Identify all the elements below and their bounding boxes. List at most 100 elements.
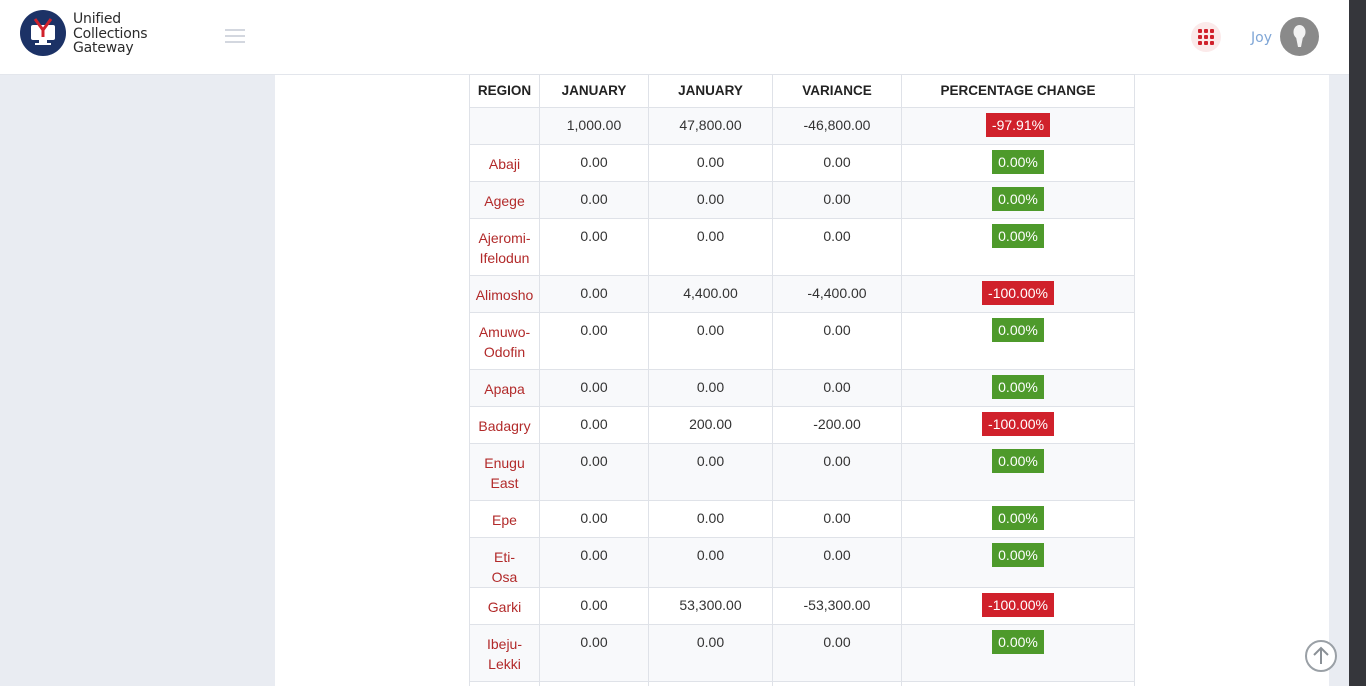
percentage-change-cell: 0.00% [901,500,1135,538]
top-header: Unified Collections Gateway Joy [0,0,1349,75]
table-row: Alimosho 0.00 4,400.00 -4,400.00 -100.00% [469,275,1135,313]
percentage-change-cell: 0.00% [901,312,1135,370]
january-value: 0.00 [648,369,773,407]
january-value: 0.00 [539,537,649,588]
percentage-badge: 0.00% [992,224,1044,248]
column-header[interactable]: REGION [469,74,540,108]
percentage-change-cell: -100.00% [901,406,1135,444]
arrow-up-circle-icon[interactable] [1305,640,1337,672]
january-value: 0.00 [539,587,649,625]
percentage-badge: -100.00% [982,412,1054,436]
table-row: Epe 0.00 0.00 0.00 0.00% [469,500,1135,538]
percentage-change-cell: -100.00% [901,587,1135,625]
january-value: 0.00 [539,681,649,686]
variance-value: 0.00 [772,312,902,370]
variance-value: 0.00 [772,681,902,686]
percentage-change-cell: 0.00% [901,181,1135,219]
table-row: Enugu East 0.00 0.00 0.00 0.00% [469,443,1135,501]
percentage-badge: 0.00% [992,150,1044,174]
january-value: 0.00 [539,369,649,407]
region-cell[interactable]: Ajeromi- Ifelodun [469,218,540,276]
percentage-change-cell: 0.00% [901,218,1135,276]
percentage-change-cell: 0.00% [901,681,1135,686]
brand-line: Unified [73,11,121,27]
percentage-badge: 0.00% [992,375,1044,399]
january-value: 53,300.00 [648,587,773,625]
region-cell[interactable]: Amuwo- Odofin [469,312,540,370]
january-value: 0.00 [539,312,649,370]
percentage-badge: -100.00% [982,593,1054,617]
report-content: REGION JANUARY JANUARY VARIANCE PERCENTA… [275,74,1329,686]
percentage-badge: 0.00% [992,630,1044,654]
brand-name: Unified Collections Gateway [73,11,148,56]
brand-line: Collections [73,25,148,42]
january-value: 0.00 [539,144,649,182]
region-cell[interactable]: Alimosho [469,275,540,313]
region-cell[interactable]: Abaji [469,144,540,182]
january-value: 0.00 [539,500,649,538]
january-value: 0.00 [648,624,773,682]
region-comparison-table: REGION JANUARY JANUARY VARIANCE PERCENTA… [469,74,1135,686]
table-row: Apapa 0.00 0.00 0.00 0.00% [469,369,1135,407]
percentage-badge: 0.00% [992,449,1044,473]
percentage-change-cell: 0.00% [901,537,1135,588]
region-cell[interactable]: Eti- Osa [469,537,540,588]
region-cell[interactable]: Epe [469,500,540,538]
table-row: Ibeju- Lekki 0.00 0.00 0.00 0.00% [469,624,1135,682]
january-value: 0.00 [648,681,773,686]
table-row: Eti- Osa 0.00 0.00 0.00 0.00% [469,537,1135,588]
percentage-badge: 0.00% [992,187,1044,211]
column-header[interactable]: JANUARY [648,74,773,108]
variance-value: 0.00 [772,624,902,682]
region-cell[interactable]: Badagry [469,406,540,444]
variance-value: -53,300.00 [772,587,902,625]
column-header[interactable]: VARIANCE [772,74,902,108]
variance-value: -4,400.00 [772,275,902,313]
percentage-badge: 0.00% [992,318,1044,342]
region-cell[interactable]: Apapa [469,369,540,407]
table-row: 1,000.00 47,800.00 -46,800.00 -97.91% [469,107,1135,145]
column-header[interactable]: PERCENTAGE CHANGE [901,74,1135,108]
percentage-change-cell: 0.00% [901,624,1135,682]
january-value: 0.00 [539,443,649,501]
avatar-icon[interactable] [1280,17,1319,56]
table-row: Amuwo- Odofin 0.00 0.00 0.00 0.00% [469,312,1135,370]
january-value: 0.00 [539,181,649,219]
percentage-change-cell: 0.00% [901,443,1135,501]
table-row: Abaji 0.00 0.00 0.00 0.00% [469,144,1135,182]
variance-value: 0.00 [772,369,902,407]
region-cell[interactable]: Ikeja [469,681,540,686]
january-value: 200.00 [648,406,773,444]
january-value: 0.00 [648,443,773,501]
january-value: 4,400.00 [648,275,773,313]
user-name[interactable]: Joy [1251,30,1272,46]
january-value: 0.00 [648,537,773,588]
region-cell[interactable]: Enugu East [469,443,540,501]
january-value: 0.00 [539,275,649,313]
variance-value: 0.00 [772,181,902,219]
variance-value: 0.00 [772,500,902,538]
region-cell[interactable]: Agege [469,181,540,219]
grid-icon[interactable] [1191,22,1221,52]
region-cell[interactable] [469,107,540,145]
january-value: 0.00 [648,218,773,276]
hamburger-icon[interactable] [225,29,245,44]
table-row: Ajeromi- Ifelodun 0.00 0.00 0.00 0.00% [469,218,1135,276]
percentage-change-cell: -97.91% [901,107,1135,145]
january-value: 0.00 [648,181,773,219]
january-value: 47,800.00 [648,107,773,145]
percentage-change-cell: 0.00% [901,144,1135,182]
column-header[interactable]: JANUARY [539,74,649,108]
table-row: Agege 0.00 0.00 0.00 0.00% [469,181,1135,219]
region-cell[interactable]: Ibeju- Lekki [469,624,540,682]
region-cell[interactable]: Garki [469,587,540,625]
table-row: Badagry 0.00 200.00 -200.00 -100.00% [469,406,1135,444]
percentage-badge: -97.91% [985,113,1051,137]
january-value: 0.00 [648,500,773,538]
percentage-badge: -100.00% [982,281,1054,305]
january-value: 0.00 [648,312,773,370]
january-value: 0.00 [648,144,773,182]
scrollbar[interactable] [1349,0,1366,686]
table-row: Garki 0.00 53,300.00 -53,300.00 -100.00% [469,587,1135,625]
logo-icon[interactable] [20,10,66,56]
